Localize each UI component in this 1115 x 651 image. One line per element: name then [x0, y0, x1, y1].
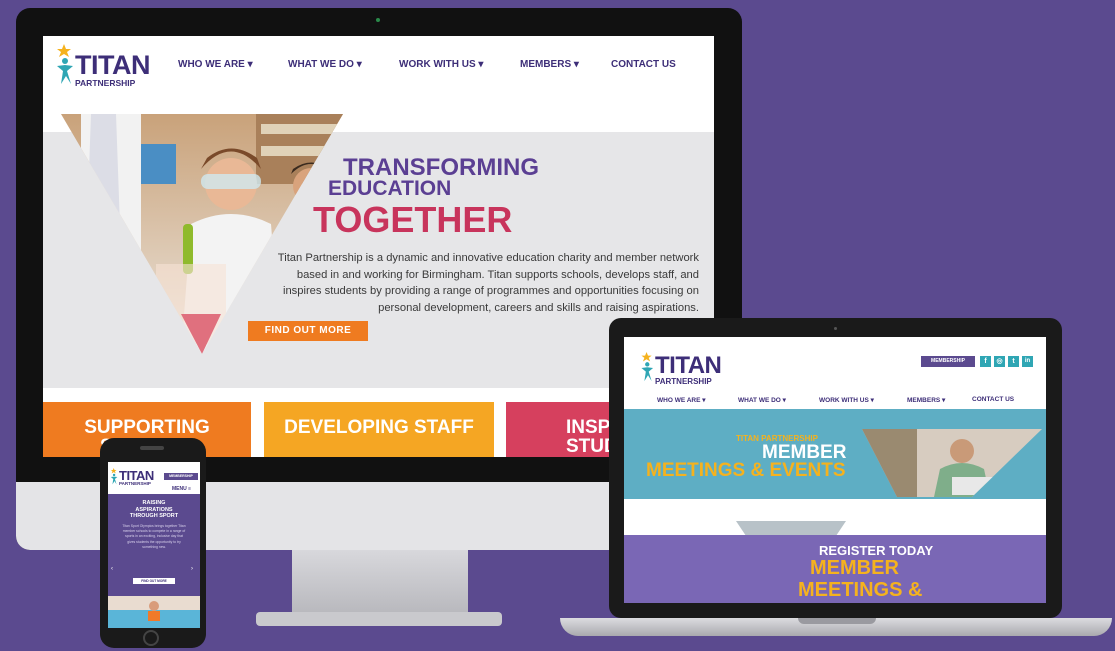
banner-photo	[862, 429, 1042, 497]
star-figure-icon	[57, 44, 73, 84]
membership-button[interactable]: MEMBERSHIP	[921, 356, 975, 367]
phone-home-button	[143, 630, 159, 646]
laptop-screen: TITAN PARTNERSHIP MEMBERSHIP f ◎ t in WH…	[624, 337, 1046, 603]
logo-subtitle: PARTNERSHIP	[119, 481, 151, 486]
facebook-icon[interactable]: f	[980, 356, 991, 367]
membership-button[interactable]: MEMBERSHIP	[164, 473, 198, 480]
carousel-prev-icon[interactable]: ‹	[111, 566, 113, 572]
nav-contact-us[interactable]: CONTACT US	[972, 396, 1014, 403]
hero-description: Titan Partnership is a dynamic and innov…	[277, 252, 699, 314]
phone-speaker	[140, 446, 164, 450]
instagram-icon[interactable]: ◎	[994, 356, 1005, 367]
phone-screen: TITAN PARTNERSHIP MEMBERSHIP MENU ≡ RAIS…	[108, 462, 200, 628]
logo-subtitle: PARTNERSHIP	[655, 377, 712, 386]
banner2-line2: MEMBER	[810, 557, 899, 579]
phone-logo[interactable]: TITAN PARTNERSHIP	[110, 466, 160, 490]
hero-headline-3: TOGETHER	[313, 199, 513, 240]
laptop-camera	[834, 327, 837, 330]
monitor-stand-base	[256, 612, 502, 626]
banner2-line1: REGISTER TODAY	[819, 543, 934, 558]
hero-photo	[61, 114, 343, 354]
find-out-more-button[interactable]: FIND OUT MORE	[248, 321, 368, 341]
nav-work-with-us[interactable]: WORK WITH US ▾	[399, 59, 483, 70]
tile-label: DEVELOPING STAFF	[284, 417, 474, 438]
banner2-line3: MEETINGS &	[798, 579, 923, 601]
menu-toggle[interactable]: MENU ≡	[172, 486, 191, 492]
nav-who-we-are[interactable]: WHO WE ARE ▾	[178, 59, 253, 70]
linkedin-icon[interactable]: in	[1022, 356, 1033, 367]
tile-developing-staff[interactable]: DEVELOPING STAFF	[264, 402, 494, 457]
monitor-stand	[292, 550, 468, 614]
twitter-icon[interactable]: t	[1008, 356, 1019, 367]
star-figure-icon	[110, 468, 118, 485]
carousel-next-icon[interactable]: ›	[191, 566, 193, 572]
nav-what-we-do[interactable]: WHAT WE DO ▾	[738, 396, 786, 404]
phone-hero-text: Titan Sport Olympics brings together Tit…	[122, 524, 186, 549]
nav-work-with-us[interactable]: WORK WITH US ▾	[819, 396, 874, 404]
laptop-notch	[798, 618, 876, 624]
banner1-line2: MEETINGS & EVENTS	[646, 460, 846, 481]
desktop-logo[interactable]: TITAN PARTNERSHIP	[55, 44, 165, 90]
logo-title: TITAN	[75, 50, 150, 80]
nav-what-we-do[interactable]: WHAT WE DO ▾	[288, 59, 362, 70]
hero-headline-2: EDUCATION	[328, 177, 452, 200]
star-figure-icon	[641, 352, 654, 382]
nav-members[interactable]: MEMBERS ▾	[907, 396, 945, 404]
webcam-dot	[376, 18, 380, 22]
phone-photo	[108, 596, 200, 628]
nav-who-we-are[interactable]: WHO WE ARE ▾	[657, 396, 706, 404]
phone-hero-title: RAISING ASPIRATIONS THROUGH SPORT	[129, 500, 179, 519]
find-out-more-button[interactable]: FIND OUT MORE	[133, 578, 175, 584]
nav-members[interactable]: MEMBERS ▾	[520, 59, 579, 70]
laptop-logo[interactable]: TITAN PARTNERSHIP	[640, 349, 750, 391]
logo-subtitle: PARTNERSHIP	[75, 78, 136, 88]
nav-contact-us[interactable]: CONTACT US	[611, 59, 676, 70]
logo-title: TITAN	[655, 352, 722, 379]
